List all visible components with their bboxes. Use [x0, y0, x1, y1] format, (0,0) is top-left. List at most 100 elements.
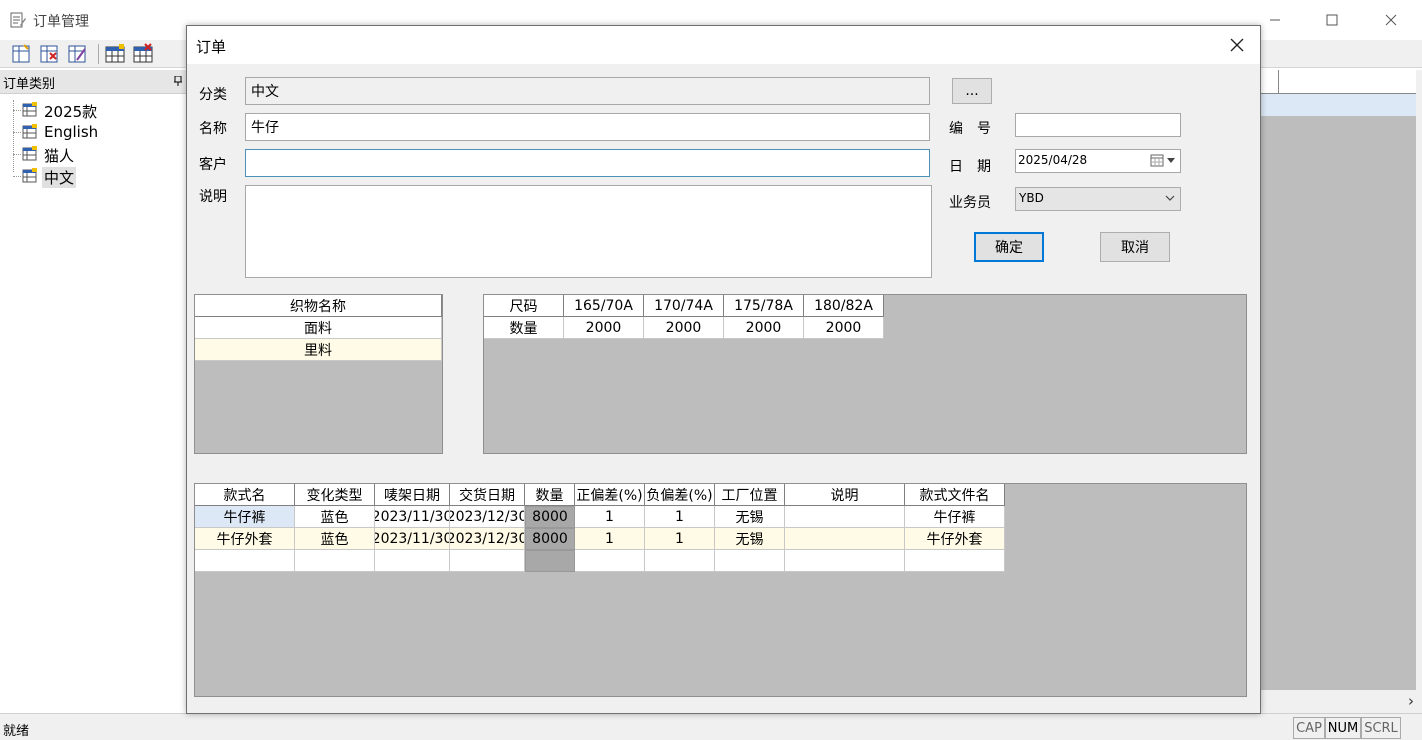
category-pane-header: 订单类别 — [0, 70, 186, 94]
tree-item-english[interactable]: English — [13, 122, 183, 144]
tree-item-2025[interactable]: 2025款 — [13, 100, 183, 122]
close-icon — [1230, 38, 1244, 52]
fabric-grid-header[interactable]: 织物名称 — [195, 295, 442, 317]
style-cell[interactable]: 牛仔外套 — [195, 528, 295, 550]
style-cell[interactable] — [905, 550, 1005, 572]
name-input[interactable]: 牛仔 — [245, 113, 930, 141]
style-grid-header[interactable]: 正偏差(%) — [575, 484, 645, 506]
order-list-selected-row[interactable] — [1260, 94, 1416, 116]
style-grid-header[interactable]: 款式名 — [195, 484, 295, 506]
style-cell[interactable] — [785, 528, 905, 550]
maximize-button[interactable] — [1317, 8, 1347, 32]
cancel-button[interactable]: 取消 — [1100, 232, 1170, 262]
style-cell[interactable]: 2023/12/30 — [450, 528, 525, 550]
style-cell[interactable] — [295, 550, 375, 572]
quantity-cell[interactable]: 2000 — [724, 317, 804, 339]
chevron-down-icon — [1165, 195, 1175, 201]
style-cell[interactable] — [645, 550, 715, 572]
style-cell[interactable] — [450, 550, 525, 572]
style-grid-header[interactable]: 交货日期 — [450, 484, 525, 506]
tree-item-label: 猫人 — [44, 147, 75, 165]
edit-category-icon[interactable] — [66, 43, 88, 65]
style-cell[interactable] — [375, 550, 450, 572]
chevron-down-icon[interactable] — [1166, 153, 1176, 167]
chevron-right-icon[interactable]: › — [1408, 692, 1414, 710]
style-cell[interactable]: 2023/11/30 — [375, 506, 450, 528]
add-order-icon[interactable] — [104, 43, 126, 65]
cap-indicator: CAP — [1293, 717, 1325, 739]
order-dialog: 订单 分类 中文 ... 名称 牛仔 客户 说明 编 号 日 期 2025/04… — [186, 25, 1261, 714]
ok-button[interactable]: 确定 — [974, 232, 1044, 262]
horizontal-scrollbar[interactable]: › — [1260, 690, 1422, 713]
style-grid-header[interactable]: 唛架日期 — [375, 484, 450, 506]
customer-label: 客户 — [199, 157, 227, 173]
size-header[interactable]: 170/74A — [644, 295, 724, 317]
tree-item-label: 2025款 — [44, 103, 98, 121]
style-cell[interactable]: 无锡 — [715, 528, 785, 550]
style-grid-header[interactable]: 工厂位置 — [715, 484, 785, 506]
quantity-cell[interactable]: 2000 — [644, 317, 724, 339]
add-category-icon[interactable] — [10, 43, 32, 65]
description-label: 说明 — [199, 189, 227, 205]
dialog-title-bar: 订单 — [187, 26, 1260, 64]
fabric-row[interactable]: 里料 — [195, 339, 442, 361]
style-grid-header[interactable]: 负偏差(%) — [645, 484, 715, 506]
size-header[interactable]: 尺码 — [484, 295, 564, 317]
style-cell[interactable]: 2023/12/30 — [450, 506, 525, 528]
dialog-close-button[interactable] — [1223, 32, 1251, 58]
category-field: 中文 — [245, 77, 930, 105]
style-grid-header[interactable]: 说明 — [785, 484, 905, 506]
fabric-row[interactable]: 面料 — [195, 317, 442, 339]
salesman-label: 业务员 — [949, 195, 991, 211]
status-text: 就绪 — [3, 724, 30, 739]
tree-item-label: 中文 — [42, 167, 77, 188]
close-window-button[interactable] — [1376, 8, 1406, 32]
customer-input[interactable] — [245, 149, 930, 177]
style-grid-header[interactable]: 款式文件名 — [905, 484, 1005, 506]
style-cell[interactable]: 牛仔裤 — [905, 506, 1005, 528]
tree-item-maoren[interactable]: 猫人 — [13, 144, 183, 166]
pin-icon[interactable] — [174, 75, 182, 89]
quantity-cell[interactable]: 2000 — [564, 317, 644, 339]
toolbar-separator — [98, 44, 99, 64]
minimize-button[interactable] — [1260, 8, 1290, 32]
style-cell[interactable]: 牛仔外套 — [905, 528, 1005, 550]
style-cell[interactable]: 无锡 — [715, 506, 785, 528]
size-header[interactable]: 180/82A — [804, 295, 884, 317]
style-cell[interactable]: 1 — [645, 506, 715, 528]
style-cell[interactable]: 蓝色 — [295, 506, 375, 528]
style-cell[interactable] — [195, 550, 295, 572]
category-pane-title: 订单类别 — [3, 77, 56, 92]
browse-category-button[interactable]: ... — [952, 78, 992, 104]
style-cell[interactable]: 牛仔裤 — [195, 506, 295, 528]
size-header[interactable]: 175/78A — [724, 295, 804, 317]
minimize-icon — [1270, 19, 1280, 21]
style-cell[interactable] — [785, 506, 905, 528]
style-cell[interactable] — [785, 550, 905, 572]
order-list-area: › — [1260, 70, 1422, 713]
size-quantity-grid: 尺码 165/70A 170/74A 175/78A 180/82A 数量 20… — [483, 294, 1247, 454]
style-cell[interactable]: 1 — [575, 506, 645, 528]
style-cell[interactable]: 1 — [575, 528, 645, 550]
description-textarea[interactable] — [245, 185, 932, 278]
style-cell[interactable] — [575, 550, 645, 572]
style-cell[interactable]: 2023/11/30 — [375, 528, 450, 550]
vertical-scrollbar[interactable] — [1416, 70, 1422, 690]
delete-order-icon[interactable] — [132, 43, 154, 65]
style-cell[interactable] — [715, 550, 785, 572]
category-label: 分类 — [199, 87, 227, 103]
delete-category-icon[interactable] — [38, 43, 60, 65]
style-grid-header[interactable]: 数量 — [525, 484, 575, 506]
calendar-icon[interactable] — [1150, 153, 1164, 167]
style-cell[interactable]: 1 — [645, 528, 715, 550]
style-cell[interactable]: 蓝色 — [295, 528, 375, 550]
date-picker[interactable]: 2025/04/28 — [1015, 149, 1181, 173]
style-grid: 款式名 变化类型 唛架日期 交货日期 数量 正偏差(%) 负偏差(%) 工厂位置… — [194, 483, 1247, 697]
quantity-cell[interactable]: 2000 — [804, 317, 884, 339]
style-grid-header[interactable]: 变化类型 — [295, 484, 375, 506]
tree-item-zhongwen[interactable]: 中文 — [13, 166, 183, 188]
scrl-indicator: SCRL — [1361, 717, 1401, 739]
number-input[interactable] — [1015, 113, 1181, 137]
salesman-select[interactable]: YBD — [1015, 187, 1181, 211]
size-header[interactable]: 165/70A — [564, 295, 644, 317]
